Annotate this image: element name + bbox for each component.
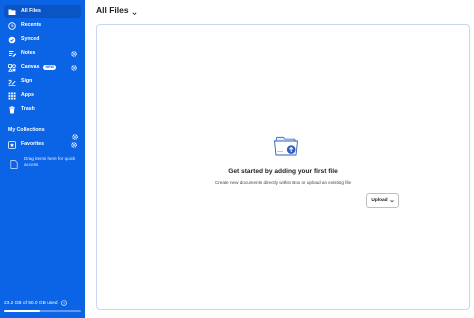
page-title-text: All Files (96, 5, 129, 15)
sidebar-item-apps[interactable]: Apps (4, 89, 81, 102)
apps-icon (8, 92, 16, 100)
gear-icon[interactable] (72, 127, 78, 140)
empty-state-title: Get started by adding your first file (228, 168, 338, 175)
sidebar-item-synced[interactable]: Synced (4, 33, 81, 46)
sidebar-item-notes[interactable]: Notes (4, 47, 81, 60)
trash-icon (8, 105, 16, 114)
page-title[interactable]: All Files (96, 5, 137, 15)
gear-icon[interactable] (71, 50, 77, 57)
chevron-down-icon (132, 8, 137, 15)
sidebar-item-trash[interactable]: Trash (4, 103, 81, 116)
sidebar-item-label: Notes (21, 49, 36, 56)
upload-button[interactable]: Upload (366, 193, 399, 208)
new-badge: NEW (43, 64, 56, 71)
sync-icon (8, 36, 16, 44)
clock-icon (8, 21, 16, 30)
collections-heading: My Collections (8, 127, 45, 133)
storage-text: 23.2 GB of 50.0 GB used (4, 300, 58, 306)
document-icon (10, 156, 18, 169)
gear-icon[interactable] (71, 141, 77, 148)
notes-icon (8, 50, 16, 58)
sidebar-item-canvas[interactable]: Canvas NEW (4, 61, 81, 74)
sidebar-item-favorites[interactable]: Favorites (4, 138, 81, 151)
sidebar-item-label: Trash (21, 105, 35, 112)
sidebar-item-sign[interactable]: Sign (4, 75, 81, 88)
storage-usage: 23.2 GB of 50.0 GB used ? (4, 300, 67, 306)
favorites-hint-text: Drag items here for quick access (24, 156, 76, 167)
storage-progress-fill (4, 310, 40, 312)
storage-progress-bar (4, 310, 81, 312)
gear-icon[interactable] (71, 64, 77, 71)
canvas-icon (8, 63, 16, 72)
chevron-down-icon (389, 199, 394, 203)
sidebar-item-label: All Files (21, 7, 41, 14)
folder-upload-icon (272, 131, 300, 159)
sidebar: All Files Recents Synced Notes Canvas NE… (0, 0, 85, 318)
sidebar-item-recents[interactable]: Recents (4, 19, 81, 32)
sidebar-item-label: Sign (21, 77, 33, 84)
upload-button-label: Upload (371, 198, 388, 203)
favorites-icon (8, 140, 16, 149)
sidebar-item-all-files[interactable]: All Files (4, 5, 81, 18)
help-icon[interactable]: ? (60, 300, 67, 306)
sidebar-item-label: Synced (21, 35, 40, 42)
folder-icon (8, 8, 16, 16)
sidebar-item-label: Favorites (21, 140, 45, 147)
file-drop-zone[interactable] (96, 24, 470, 310)
empty-state-subtitle: Create new documents directly within Box… (214, 180, 352, 185)
sidebar-item-label: Apps (21, 91, 34, 98)
sidebar-item-label: Canvas (21, 63, 40, 70)
sidebar-item-label: Recents (21, 21, 42, 28)
favorites-empty-hint: Drag items here for quick access (10, 156, 82, 169)
sign-icon (8, 78, 16, 86)
